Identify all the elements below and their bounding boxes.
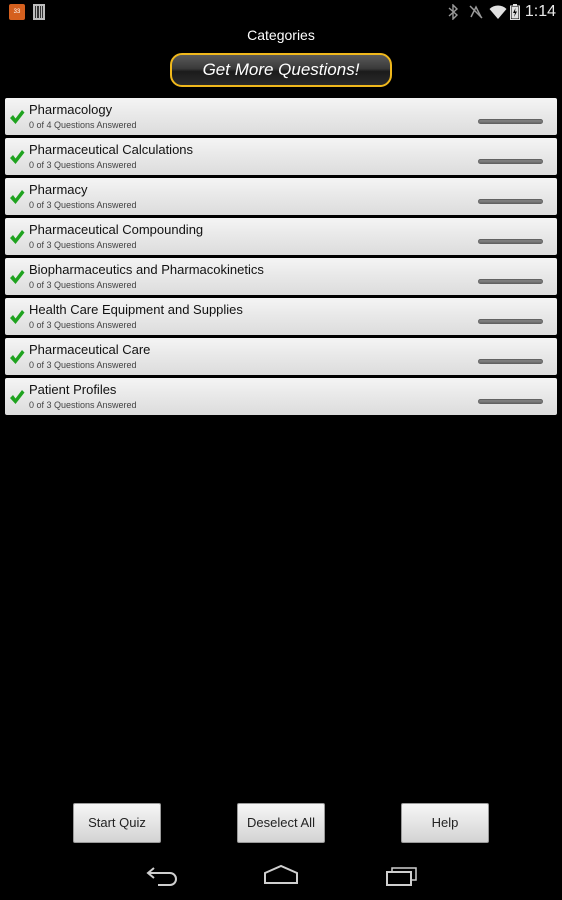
category-progress-text: 0 of 3 Questions Answered (29, 240, 137, 250)
category-progress-text: 0 of 3 Questions Answered (29, 400, 137, 410)
back-icon[interactable] (144, 864, 180, 886)
check-icon[interactable] (9, 109, 25, 125)
progress-bar (478, 159, 543, 164)
category-item[interactable]: Biopharmaceutics and Pharmacokinetics 0 o… (5, 258, 557, 295)
get-more-questions-button[interactable]: Get More Questions! (170, 53, 392, 87)
category-progress-text: 0 of 3 Questions Answered (29, 280, 137, 290)
category-progress-text: 0 of 3 Questions Answered (29, 360, 137, 370)
wifi-icon (489, 5, 507, 19)
category-name: Pharmacy (29, 182, 88, 197)
battery-icon (510, 4, 520, 20)
progress-bar (478, 279, 543, 284)
home-icon[interactable] (262, 864, 300, 886)
check-icon[interactable] (9, 389, 25, 405)
check-icon[interactable] (9, 149, 25, 165)
category-name: Health Care Equipment and Supplies (29, 302, 243, 317)
progress-bar (478, 359, 543, 364)
category-item[interactable]: Pharmaceutical Compounding 0 of 3 Questio… (5, 218, 557, 255)
check-icon[interactable] (9, 269, 25, 285)
category-progress-text: 0 of 3 Questions Answered (29, 320, 137, 330)
check-icon[interactable] (9, 309, 25, 325)
category-name: Pharmaceutical Compounding (29, 222, 204, 237)
progress-bar (478, 199, 543, 204)
status-bar: 33 1:14 (0, 0, 562, 25)
help-button[interactable]: Help (401, 803, 489, 843)
category-item[interactable]: Health Care Equipment and Supplies 0 of 3… (5, 298, 557, 335)
recent-apps-icon[interactable] (384, 864, 420, 886)
category-item[interactable]: Patient Profiles 0 of 3 Questions Answere… (5, 378, 557, 415)
category-name: Pharmacology (29, 102, 113, 117)
category-item[interactable]: Pharmaceutical Care 0 of 3 Questions Answ… (5, 338, 557, 375)
category-name: Patient Profiles (29, 382, 117, 397)
category-list: Pharmacology 0 of 4 Questions Answered Pha… (5, 98, 557, 418)
app-notification-icon: 33 (9, 4, 25, 20)
check-icon[interactable] (9, 349, 25, 365)
page-title: Categories (247, 27, 315, 43)
progress-bar (478, 399, 543, 404)
category-progress-text: 0 of 4 Questions Answered (29, 120, 137, 130)
category-item[interactable]: Pharmacology 0 of 4 Questions Answered (5, 98, 557, 135)
category-progress-text: 0 of 3 Questions Answered (29, 200, 137, 210)
no-signal-icon (469, 5, 483, 19)
deselect-all-button[interactable]: Deselect All (237, 803, 325, 843)
category-item[interactable]: Pharmaceutical Calculations 0 of 3 Questi… (5, 138, 557, 175)
progress-bar (478, 239, 543, 244)
progress-bar (478, 319, 543, 324)
category-item[interactable]: Pharmacy 0 of 3 Questions Answered (5, 178, 557, 215)
category-name: Pharmaceutical Care (29, 342, 151, 357)
barcode-icon (33, 4, 45, 20)
check-icon[interactable] (9, 189, 25, 205)
progress-bar (478, 119, 543, 124)
category-name: Pharmaceutical Calculations (29, 142, 194, 157)
category-name: Biopharmaceutics and Pharmacokinetics (29, 262, 264, 277)
status-clock: 1:14 (524, 3, 556, 20)
start-quiz-button[interactable]: Start Quiz (73, 803, 161, 843)
check-icon[interactable] (9, 229, 25, 245)
category-progress-text: 0 of 3 Questions Answered (29, 160, 137, 170)
bluetooth-icon (448, 4, 459, 20)
